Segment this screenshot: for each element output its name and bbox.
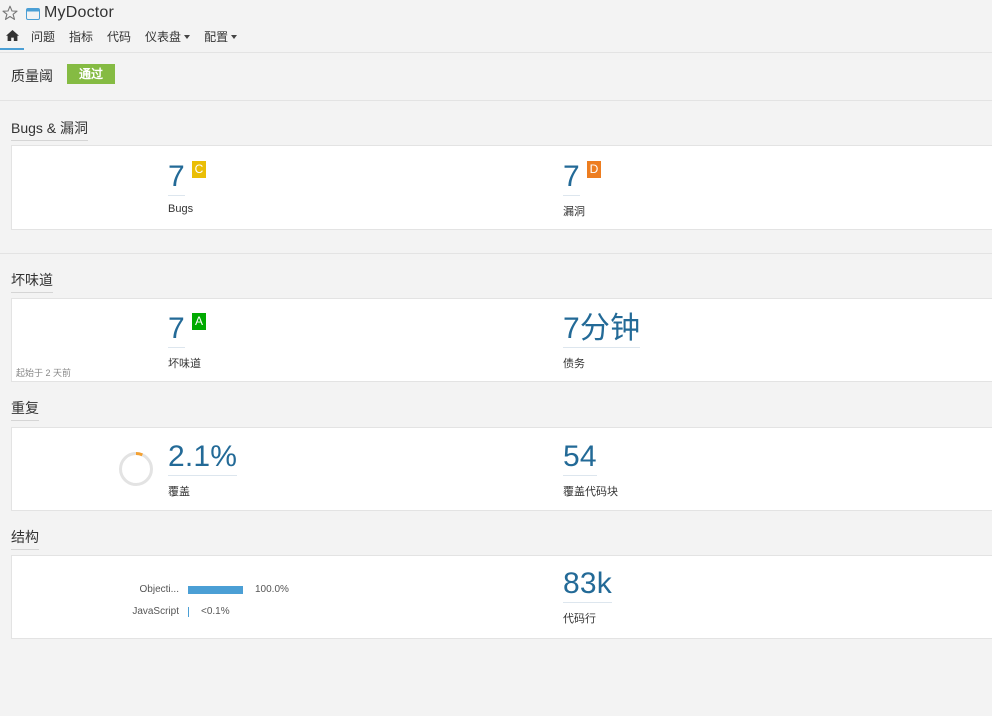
leak-period-since: 起始于 2 天前	[16, 368, 72, 378]
code-smells-value[interactable]: 7	[168, 313, 185, 348]
project-nav: 问题 指标 代码 仪表盘 配置	[0, 28, 244, 52]
debt-label: 债务	[563, 358, 585, 370]
nav-administration-label: 配置	[204, 30, 229, 44]
code-smells-rating-badge[interactable]: A	[192, 313, 206, 330]
caret-down-icon	[184, 35, 191, 39]
caret-down-icon	[231, 35, 238, 39]
metric-debt: 7分钟 债务	[563, 313, 641, 371]
lines-of-code-label: 代码行	[563, 613, 596, 625]
metric-vulnerabilities: 7 D 漏洞	[563, 161, 601, 219]
bugs-label: Bugs	[168, 203, 194, 215]
metric-code-smells: 7 A 坏味道	[168, 313, 206, 371]
quality-gate: 质量阈 通过	[0, 53, 992, 101]
nav-administration[interactable]: 配置	[197, 28, 244, 50]
nav-dashboards[interactable]: 仪表盘	[138, 28, 197, 50]
duplicated-blocks-label: 覆盖代码块	[563, 486, 618, 498]
language-name: JavaScript	[132, 606, 179, 617]
section-title-duplications[interactable]: 重复	[11, 398, 39, 421]
bugs-value[interactable]: 7	[168, 161, 185, 196]
project-icon	[26, 7, 40, 20]
duplications-donut-chart	[119, 452, 153, 486]
metric-lines-of-code: 83k 代码行	[563, 568, 612, 626]
nav-code[interactable]: 代码	[100, 28, 138, 50]
language-percent: 100.0%	[255, 584, 289, 595]
vulnerabilities-rating-badge[interactable]: D	[587, 161, 601, 178]
vulnerabilities-label: 漏洞	[563, 206, 585, 218]
nav-measures[interactable]: 指标	[62, 28, 100, 50]
section-title-structure[interactable]: 结构	[11, 527, 39, 550]
language-row: JavaScript <0.1%	[10, 606, 310, 620]
metric-bugs: 7 C Bugs	[168, 161, 206, 215]
nav-issues-label: 问题	[31, 30, 56, 44]
debt-value[interactable]: 7分钟	[563, 313, 641, 348]
project-name[interactable]: MyDoctor	[44, 4, 114, 22]
nav-code-label: 代码	[107, 30, 132, 44]
language-name: Objecti...	[139, 584, 179, 595]
vulnerabilities-value[interactable]: 7	[563, 161, 580, 196]
code-smells-label: 坏味道	[168, 358, 201, 370]
section-title-code-smells[interactable]: 坏味道	[11, 270, 53, 293]
quality-gate-title: 质量阈	[11, 68, 53, 84]
card-code-smells: 7 A 坏味道 7分钟 债务 起始于 2 天前	[11, 298, 992, 382]
home-icon	[5, 28, 19, 46]
card-duplications: 2.1% 覆盖 54 覆盖代码块	[11, 427, 992, 511]
bugs-rating-badge[interactable]: C	[192, 161, 206, 178]
card-bugs-vulnerabilities: 7 C Bugs 7 D 漏洞	[11, 145, 992, 230]
card-structure: Objecti... 100.0% JavaScript <0.1% 83k 代…	[11, 555, 992, 639]
language-row: Objecti... 100.0%	[10, 584, 310, 598]
section-title-bugs-vulnerabilities[interactable]: Bugs & 漏洞	[11, 118, 89, 141]
duplicated-lines-density-label: 覆盖	[168, 486, 190, 498]
divider	[0, 253, 992, 254]
duplicated-lines-density-value[interactable]: 2.1%	[168, 441, 238, 476]
project-header: MyDoctor 问题 指标 代码 仪表盘 配置	[0, 0, 992, 53]
duplicated-blocks-value[interactable]: 54	[563, 441, 597, 476]
metric-duplicated-lines-density: 2.1% 覆盖	[168, 441, 238, 499]
lines-of-code-value[interactable]: 83k	[563, 568, 612, 603]
quality-gate-status-badge[interactable]: 通过	[67, 64, 115, 84]
nav-issues[interactable]: 问题	[24, 28, 62, 50]
nav-measures-label: 指标	[69, 30, 94, 44]
nav-home[interactable]	[0, 28, 24, 50]
nav-dashboards-label: 仪表盘	[145, 30, 182, 44]
metric-duplicated-blocks: 54 覆盖代码块	[563, 441, 618, 499]
language-bar	[188, 586, 243, 594]
language-bar	[188, 607, 189, 617]
star-icon[interactable]	[2, 5, 18, 21]
language-percent: <0.1%	[201, 606, 230, 617]
project-title-row: MyDoctor	[2, 2, 114, 24]
